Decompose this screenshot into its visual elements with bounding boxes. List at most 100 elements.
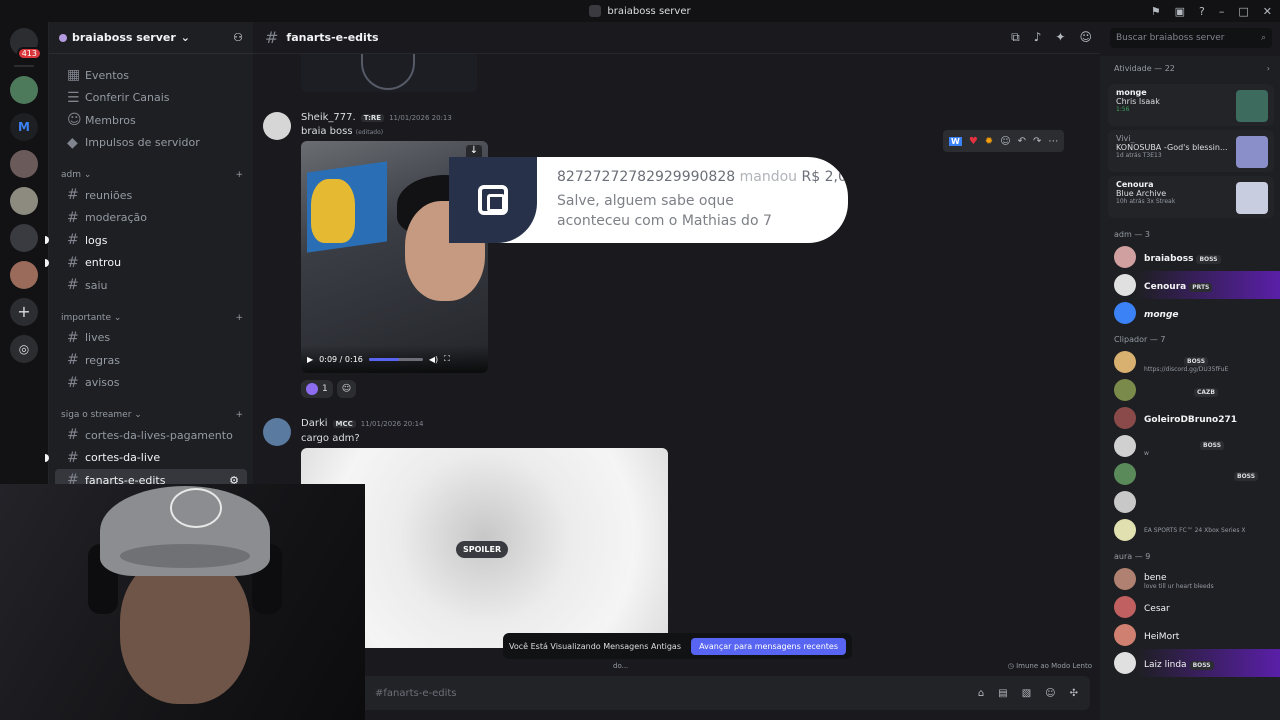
member-item[interactable]: bene love till ur heart bleeds — [1100, 565, 1280, 593]
webcam-cap-brim — [120, 544, 250, 568]
channel-cortes-da-live[interactable]: # cortes-da-live — [45, 447, 247, 470]
apps-icon[interactable]: ✣ — [1070, 688, 1078, 699]
gif-icon[interactable]: ▤ — [998, 688, 1007, 699]
pix-logo-panel — [449, 157, 537, 243]
author-name[interactable]: Sheik_777. — [301, 112, 356, 123]
server-boosts-item[interactable]: ◆ Impulsos de servidor — [55, 132, 247, 155]
reaction-chip[interactable]: 1 — [301, 380, 333, 398]
channel-logs[interactable]: # logs — [45, 229, 247, 252]
activity-card[interactable]: monge Chris Isaak 1:56 — [1108, 84, 1274, 126]
previous-attachment[interactable] — [301, 54, 477, 92]
member-item[interactable]: HeiMort — [1100, 621, 1280, 649]
chevron-right-icon[interactable]: › — [1267, 64, 1270, 73]
server-icon[interactable] — [10, 76, 38, 104]
server-icon-m[interactable]: M — [10, 113, 38, 141]
clan-tag[interactable]: T:RE — [360, 113, 385, 122]
avatar — [1114, 463, 1136, 485]
forward-icon[interactable]: ↷ — [1033, 136, 1041, 147]
discover-icon[interactable]: ◎ — [10, 335, 38, 363]
pin-icon[interactable]: ✦ — [1055, 30, 1065, 45]
avatar — [1114, 246, 1136, 268]
volume-icon[interactable]: ◀) — [429, 355, 438, 364]
channel-saiu[interactable]: # saiu — [55, 274, 247, 297]
member-item[interactable]: BOSS https://discord.gg/DU35fFuE — [1100, 348, 1280, 376]
category-siga-o-streamer[interactable]: siga o streamer ⌄ + — [49, 400, 253, 424]
fullscreen-icon[interactable]: ⛶ — [444, 354, 450, 364]
add-server-icon[interactable]: + — [10, 298, 38, 326]
channel-reunioes[interactable]: # reuniões — [55, 184, 247, 207]
more-icon[interactable]: ⋯ — [1048, 136, 1058, 147]
avatar — [1114, 568, 1136, 590]
video-progress[interactable] — [368, 357, 423, 361]
channel-regras[interactable]: # regras — [55, 349, 247, 372]
activity-card[interactable]: Vivi_ KONOSUBA -God's blessin... 1d atrá… — [1108, 130, 1274, 172]
bell-icon[interactable]: ♪ — [1034, 30, 1042, 45]
add-reaction-icon[interactable]: ☺ — [1000, 136, 1010, 147]
typing-indicator: do... — [613, 662, 629, 670]
member-item[interactable]: BOSS w — [1100, 432, 1280, 460]
channel-moderacao[interactable]: # moderação — [55, 207, 247, 230]
member-item[interactable]: monge — [1100, 299, 1280, 327]
avatar[interactable] — [263, 418, 291, 446]
browse-channels-item[interactable]: ☰ Conferir Canais — [55, 87, 247, 110]
events-item[interactable]: ▦ Eventos — [55, 64, 247, 87]
maximize-button[interactable]: □ — [1238, 5, 1248, 18]
activity-thumbnail — [1236, 182, 1268, 214]
home-button[interactable]: 413 — [10, 28, 42, 60]
clan-tag[interactable]: MCC — [332, 419, 356, 428]
video-controls: ▶ 0:09 / 0:16 ◀) ⛶ — [301, 345, 488, 373]
minimize-button[interactable]: – — [1219, 5, 1225, 18]
add-channel-icon[interactable]: + — [235, 313, 243, 323]
member-item[interactable]: braiaboss BOSS — [1100, 243, 1280, 271]
channel-avisos[interactable]: # avisos — [55, 372, 247, 395]
inbox-icon[interactable]: ▣ — [1175, 5, 1185, 18]
channel-lives[interactable]: # lives — [55, 327, 247, 350]
member-item[interactable] — [1100, 488, 1280, 516]
server-header[interactable]: braiaboss server ⌄ ⚇ — [49, 22, 253, 54]
play-icon[interactable]: ▶ — [307, 355, 313, 364]
member-item[interactable]: BOSS — [1100, 460, 1280, 488]
member-item[interactable]: Cenoura PRTS — [1100, 271, 1280, 299]
member-list-icon[interactable]: ☺ — [1079, 30, 1092, 45]
message-input[interactable]: #fanarts-e-edits ⌂ ▤ ▧ ☺ ✣ — [263, 676, 1090, 710]
member-item[interactable]: GoleiroDBruno271 — [1100, 404, 1280, 432]
heart-icon[interactable]: ♥ — [969, 136, 978, 147]
gift-icon[interactable]: ⌂ — [978, 688, 984, 699]
server-icon[interactable] — [10, 187, 38, 215]
avatar — [1114, 407, 1136, 429]
member-item[interactable]: Cesar — [1100, 593, 1280, 621]
member-item[interactable]: Laiz linda BOSS — [1100, 649, 1280, 677]
category-adm[interactable]: adm ⌄ + — [49, 160, 253, 184]
fire-icon[interactable]: ✹ — [985, 136, 993, 147]
flag-icon[interactable]: ⚑ — [1151, 5, 1161, 18]
category-importante[interactable]: importante ⌄ + — [49, 303, 253, 327]
avatar — [1114, 274, 1136, 296]
search-input[interactable]: Buscar braiaboss server ⌕ — [1110, 28, 1272, 48]
channel-entrou[interactable]: # entrou — [45, 252, 247, 275]
members-item[interactable]: ☺ Membros — [55, 109, 247, 132]
add-channel-icon[interactable]: + — [235, 410, 243, 420]
close-button[interactable]: ✕ — [1263, 5, 1272, 18]
sticker-icon[interactable]: ▧ — [1022, 688, 1031, 699]
add-channel-icon[interactable]: + — [235, 170, 243, 180]
server-icon[interactable] — [10, 261, 38, 289]
message-hover-toolbar: W ♥ ✹ ☺ ↶ ↷ ⋯ — [943, 130, 1065, 152]
activity-card[interactable]: Cenoura Blue Archive 10h atrás 3x Streak — [1108, 176, 1274, 218]
server-logo-icon — [589, 5, 602, 17]
member-item[interactable]: CAZB — [1100, 376, 1280, 404]
avatar[interactable] — [263, 112, 291, 140]
pix-donation-alert: 82727272782929990828 mandou R$ 2,00 Salv… — [449, 157, 848, 243]
add-reaction-button[interactable]: ☺ — [336, 380, 357, 398]
channel-cortes-pagamento[interactable]: # cortes-da-lives-pagamento — [55, 424, 247, 447]
server-icon[interactable] — [10, 150, 38, 178]
author-name[interactable]: Darki — [301, 418, 328, 429]
member-item[interactable]: EA SPORTS FC™ 24 Xbox Series X — [1100, 516, 1280, 544]
word-emoji-icon[interactable]: W — [949, 136, 962, 146]
invite-icon[interactable]: ⚇ — [233, 31, 243, 44]
server-icon-active[interactable] — [10, 224, 38, 252]
reply-icon[interactable]: ↶ — [1018, 136, 1026, 147]
jump-to-present-button[interactable]: Avançar para mensagens recentes — [691, 637, 846, 655]
help-icon[interactable]: ? — [1199, 5, 1205, 18]
emoji-picker-icon[interactable]: ☺ — [1045, 688, 1055, 699]
threads-icon[interactable]: ⧉ — [1011, 30, 1020, 45]
